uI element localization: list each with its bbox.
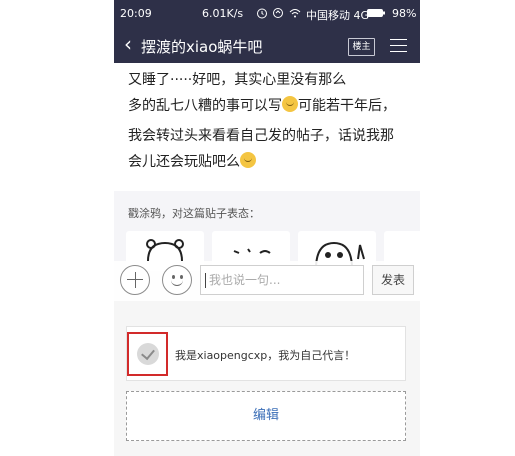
post-line-1: 又睡了·····好吧，其实心里没有那么	[128, 72, 347, 88]
reply-bar: 我也说一句... 发表	[114, 261, 420, 301]
alarm-icon	[257, 8, 267, 19]
battery-icon	[367, 9, 385, 17]
back-button[interactable]: ‹	[124, 34, 132, 54]
status-carrier: 中国移动 4G	[306, 9, 370, 22]
emoji-button[interactable]	[162, 265, 192, 295]
menu-icon[interactable]	[390, 39, 407, 57]
emoji-icon	[240, 152, 256, 168]
phone-screen: 20:09 6.01K/s 中国移动 4G 98% ‹ 摆渡的xiao蜗牛吧 楼…	[114, 0, 420, 456]
post-line-4: 会儿还会玩贴吧么	[128, 149, 418, 175]
post-line-3: 我会转过头来看看自己发的帖子，话说我那	[128, 128, 394, 144]
wifi-icon	[289, 9, 301, 18]
post-line-2: 多的乱七八糟的事可以写 可能若干年后，	[128, 96, 396, 114]
add-attachment-button[interactable]	[120, 265, 150, 295]
status-battery: 98%	[392, 7, 417, 20]
identity-card[interactable]: 我是xiaopengcxp，我为自己代言！	[126, 326, 406, 381]
comment-input[interactable]: 我也说一句...	[200, 265, 364, 295]
smile-mouth	[171, 278, 183, 286]
sync-icon	[273, 8, 283, 18]
send-button[interactable]: 发表	[372, 265, 414, 295]
edit-button[interactable]: 编辑	[126, 391, 406, 441]
highlight-box	[127, 332, 168, 376]
owner-only-button[interactable]: 楼主	[348, 38, 375, 56]
post-body: 又睡了·····好吧，其实心里没有那么 多的乱七八糟的事可以写 可能若干年后， 我…	[114, 63, 420, 191]
identity-text: 我是xiaopengcxp，我为自己代言！	[175, 349, 356, 362]
emoji-icon	[282, 96, 298, 112]
page-title: 摆渡的xiao蜗牛吧	[141, 38, 263, 56]
doodle-section: 戳涂鸦，对这篇贴子表态：	[114, 191, 420, 271]
status-speed: 6.01K/s	[202, 7, 244, 20]
nav-bar: ‹ 摆渡的xiao蜗牛吧 楼主	[114, 27, 420, 63]
status-time: 20:09	[120, 7, 152, 20]
doodle-label: 戳涂鸦，对这篇贴子表态：	[128, 207, 260, 220]
status-bar: 20:09 6.01K/s 中国移动 4G 98%	[114, 0, 420, 27]
